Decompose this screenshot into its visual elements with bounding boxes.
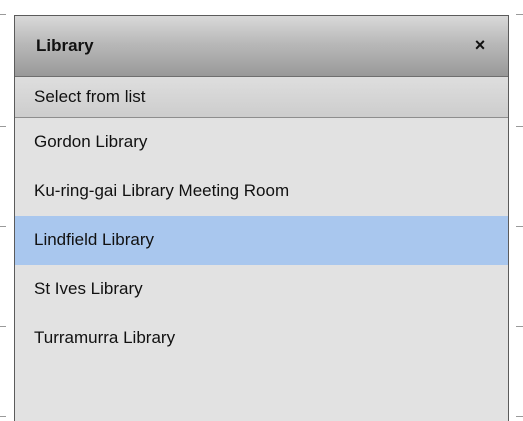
library-list: Gordon Library Ku-ring-gai Library Meeti… xyxy=(15,118,508,363)
list-item[interactable]: Lindfield Library xyxy=(15,216,508,265)
border-tick xyxy=(516,126,523,127)
library-picker-dialog: Library × Select from list Gordon Librar… xyxy=(14,15,509,421)
list-item[interactable]: Turramurra Library xyxy=(15,314,508,363)
background-page-right-edge xyxy=(514,0,523,421)
background-page-left-edge xyxy=(0,0,8,421)
border-tick xyxy=(516,14,523,15)
border-tick xyxy=(516,416,523,417)
dialog-titlebar: Library × xyxy=(15,16,508,77)
border-tick xyxy=(0,416,6,417)
list-header: Select from list xyxy=(15,77,508,118)
dialog-title: Library xyxy=(36,36,94,55)
close-icon[interactable]: × xyxy=(469,33,491,57)
screen: Library × Select from list Gordon Librar… xyxy=(0,0,523,421)
list-item[interactable]: Ku-ring-gai Library Meeting Room xyxy=(15,167,508,216)
list-item[interactable]: St Ives Library xyxy=(15,265,508,314)
border-tick xyxy=(0,126,6,127)
border-tick xyxy=(516,226,523,227)
border-tick xyxy=(516,326,523,327)
border-tick xyxy=(0,226,6,227)
list-item[interactable]: Gordon Library xyxy=(15,118,508,167)
border-tick xyxy=(0,326,6,327)
border-tick xyxy=(0,14,6,15)
